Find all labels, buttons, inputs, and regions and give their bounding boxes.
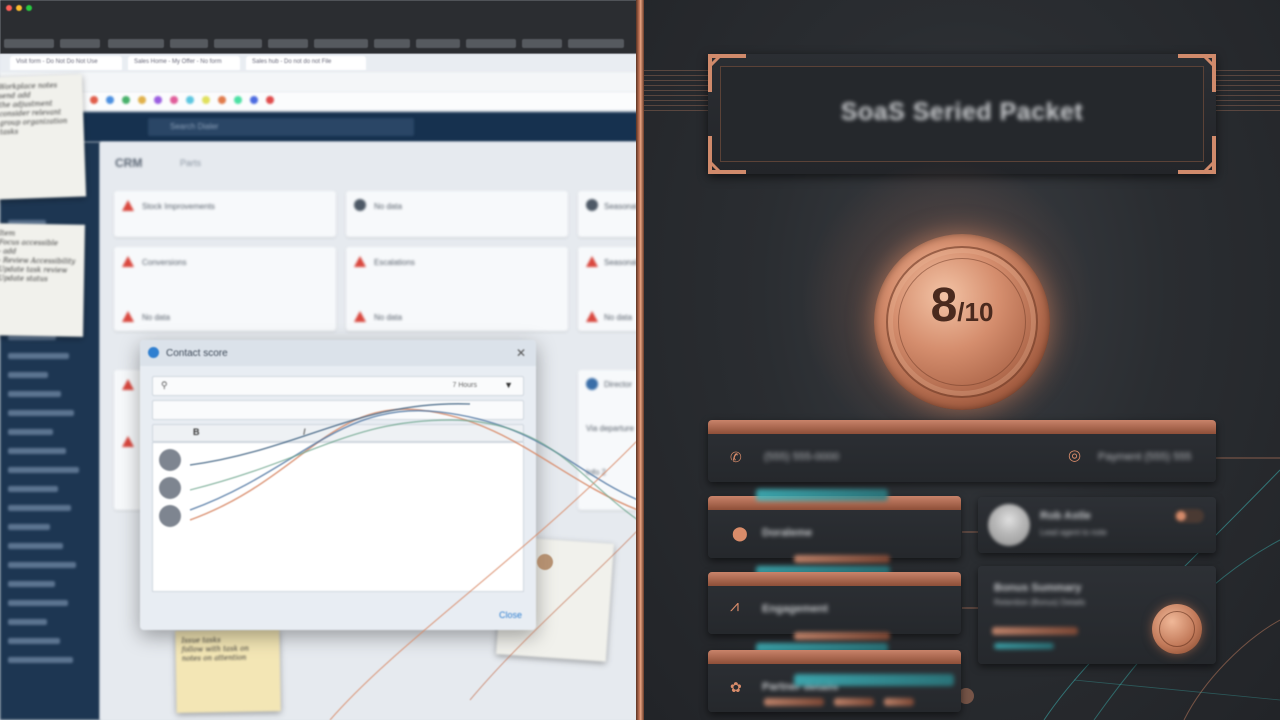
location-label: Doraleme [762,527,813,539]
phone-icon: ✆ [730,449,742,465]
activity-label: Engagement [762,603,829,615]
bonus-medal-icon[interactable] [1152,604,1202,654]
network-icon: ✿ [730,679,742,695]
profile-card[interactable]: Rob Astle Lead agent to note [978,497,1216,553]
target-icon: ◎ [1068,447,1082,464]
teal-highlight [756,489,888,501]
trend-chart-icon: ⩘ [730,598,740,615]
copper-highlight [764,698,824,706]
phone-number: (555) 555-0000 [764,451,840,463]
connector-wires [189,403,638,720]
bonus-card[interactable]: Bonus Summary Retention (Bonus) Details [978,566,1216,664]
copper-highlight [794,632,890,640]
copper-highlight [794,555,890,563]
bonus-subtitle: Retention (Bonus) Details [994,598,1086,607]
phone-card[interactable]: ✆ (555) 555-0000 ◎ Payment (555) 555 [708,420,1216,482]
teal-highlight [794,674,954,686]
status-toggle[interactable] [1174,509,1204,523]
copper-highlight [884,698,914,706]
profile-subtitle: Lead agent to note [1040,528,1107,537]
activity-card[interactable]: ⩘ Engagement [708,572,961,634]
location-card[interactable]: ⬤ Doraleme [708,496,961,558]
copper-highlight [834,698,874,706]
location-pin-icon: ⬤ [732,525,748,541]
sales-packet-panel: SoaS Seried Packet 8/10 ✆ (555) 555-0000… [644,0,1280,720]
profile-name: Rob Astle [1040,510,1091,522]
bonus-title: Bonus Summary [994,582,1082,594]
avatar [988,504,1030,546]
phone-secondary: Payment (555) 555 [1098,451,1192,463]
bonus-progress [992,627,1078,635]
bonus-progress-teal [994,643,1054,649]
crm-browser-window: Visit form - Do Not Do Not Use Sales Hom… [0,0,638,720]
copper-divider [636,0,644,720]
